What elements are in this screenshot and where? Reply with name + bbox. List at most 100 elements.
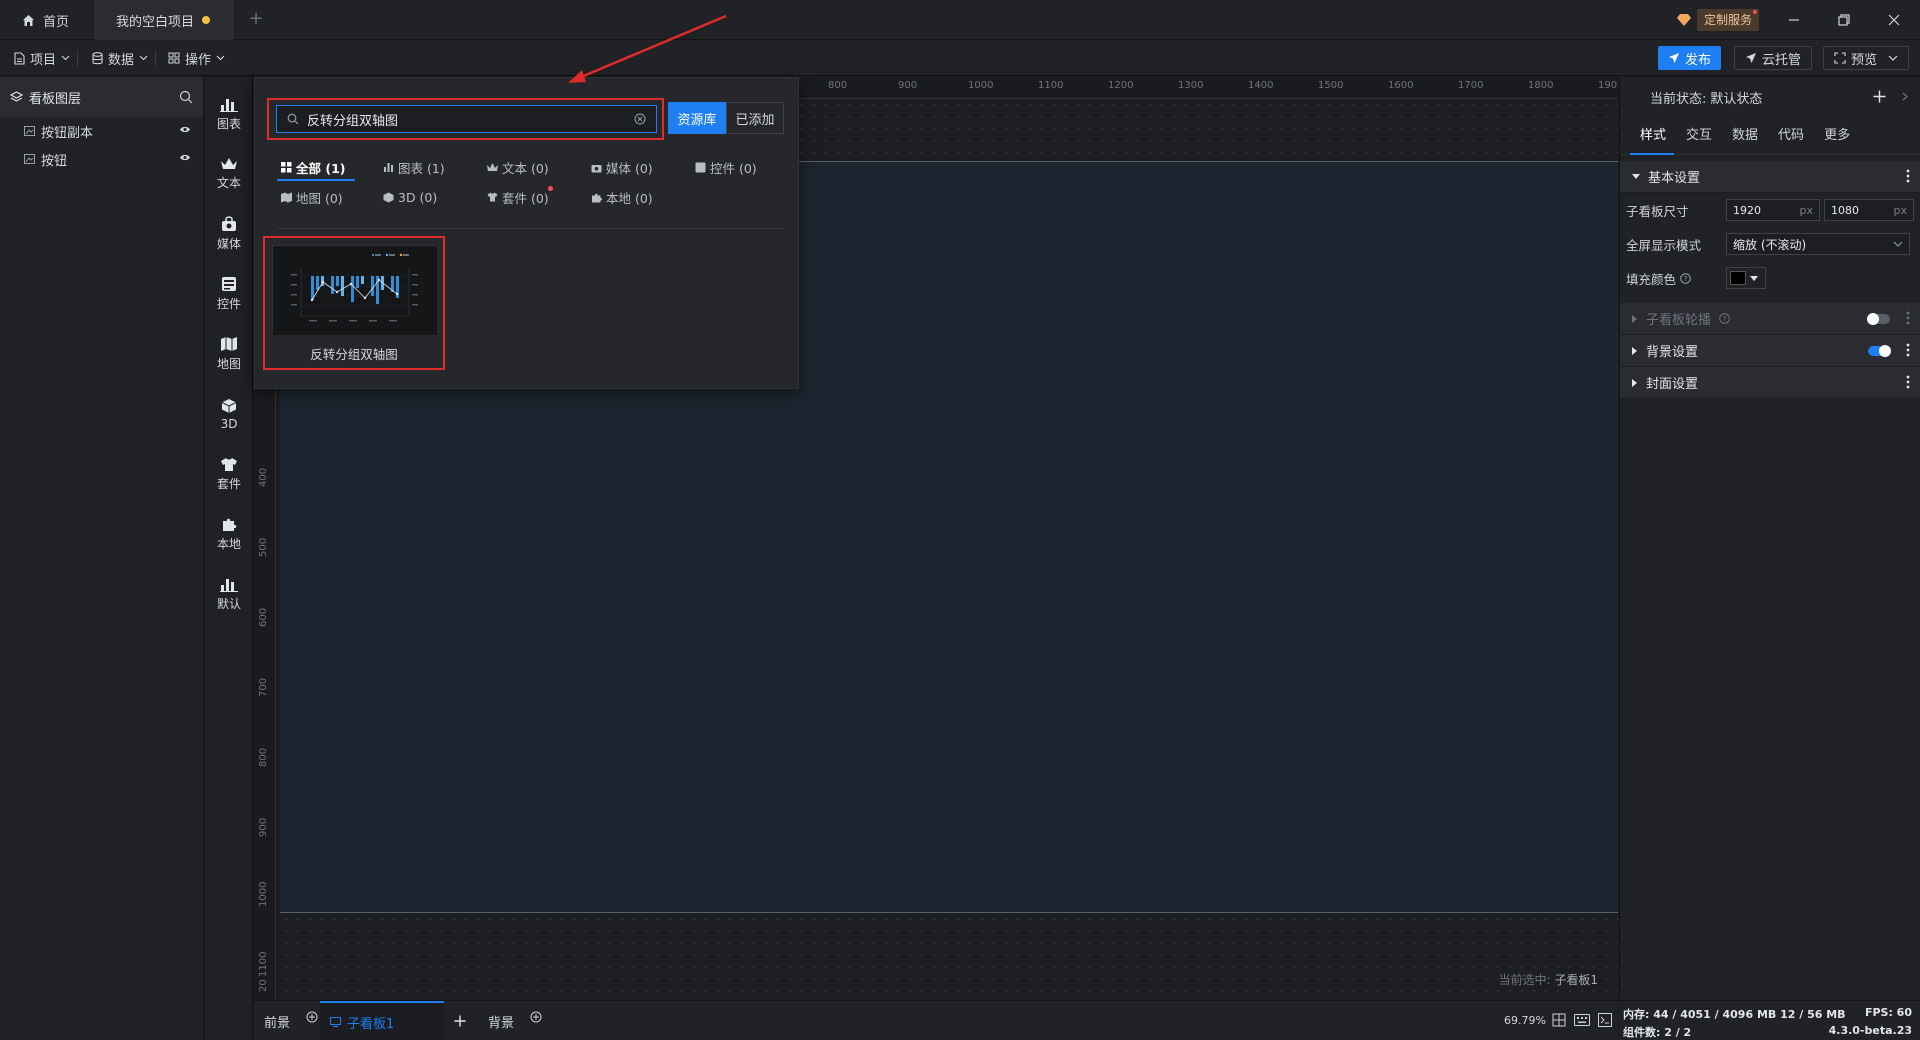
- filter-chart[interactable]: 图表 (1): [383, 158, 445, 176]
- fullscreen-select[interactable]: 缩放 (不滚动): [1726, 233, 1910, 255]
- eye-icon[interactable]: [179, 153, 191, 162]
- document-icon: [14, 51, 25, 65]
- result-card-label[interactable]: 反转分组双轴图: [263, 344, 445, 363]
- add-circle-icon[interactable]: [530, 1011, 542, 1023]
- terminal-icon[interactable]: [1598, 1013, 1612, 1027]
- keyboard-icon[interactable]: [1574, 1014, 1590, 1026]
- category-media[interactable]: 媒体: [205, 209, 253, 259]
- section-background-settings[interactable]: 背景设置: [1620, 335, 1920, 367]
- carousel-toggle[interactable]: [1867, 313, 1890, 325]
- filter-media[interactable]: 媒体 (0): [591, 158, 653, 176]
- section-cover-settings[interactable]: 封面设置: [1620, 367, 1920, 399]
- board-height-input[interactable]: 1080 px: [1824, 199, 1914, 221]
- filter-kit[interactable]: 套件 (0): [487, 186, 553, 206]
- category-chart[interactable]: 图表: [205, 89, 253, 139]
- category-label: 3D: [220, 416, 238, 431]
- add-board-icon[interactable]: [454, 1001, 466, 1040]
- category-label: 文本: [216, 176, 241, 190]
- tab-code[interactable]: 代码: [1768, 117, 1814, 155]
- filter-text[interactable]: 文本 (0): [487, 158, 549, 176]
- chevron-down-icon: [61, 55, 70, 61]
- background-tab[interactable]: 背景: [488, 1001, 542, 1040]
- layer-panel-title: 看板图层: [29, 91, 82, 107]
- search-icon[interactable]: [179, 90, 193, 104]
- fit-screen-icon[interactable]: [1552, 1013, 1566, 1027]
- section-basic-settings[interactable]: 基本设置: [1620, 161, 1920, 193]
- result-card-thumbnail[interactable]: [272, 245, 437, 335]
- clear-icon[interactable]: [634, 113, 646, 125]
- tab-home[interactable]: 首页: [0, 0, 94, 40]
- minimize-icon[interactable]: [1782, 8, 1806, 32]
- board-tab[interactable]: 子看板1: [320, 1001, 444, 1040]
- tab-project-label: 我的空白项目: [116, 14, 195, 30]
- category-3d[interactable]: 3D: [205, 389, 253, 439]
- custom-service[interactable]: 定制服务: [1677, 8, 1760, 32]
- category-controls[interactable]: 控件: [205, 269, 253, 319]
- filter-3d[interactable]: 3D (0): [383, 188, 437, 206]
- background-toggle[interactable]: [1868, 345, 1891, 357]
- category-kit[interactable]: 套件: [205, 449, 253, 499]
- restore-icon[interactable]: [1832, 8, 1856, 32]
- more-vertical-icon[interactable]: [1906, 169, 1910, 183]
- tab-interaction[interactable]: 交互: [1676, 117, 1722, 155]
- help-icon[interactable]: ?: [1719, 313, 1730, 324]
- custom-service-button[interactable]: 定制服务: [1697, 9, 1760, 31]
- memory-status: 内存: 44 / 4051 / 4096 MB 12 / 56 MB: [1623, 1008, 1846, 1021]
- category-map[interactable]: 地图: [205, 329, 253, 379]
- board-width-input[interactable]: 1920 px: [1726, 199, 1820, 221]
- help-icon[interactable]: ?: [1680, 272, 1691, 284]
- add-circle-icon[interactable]: [306, 1011, 318, 1023]
- tab-project[interactable]: 我的空白项目: [94, 0, 234, 40]
- publish-button[interactable]: 发布: [1658, 46, 1722, 70]
- title-bar: 首页 我的空白项目 + 定制服务: [0, 0, 1920, 40]
- search-input[interactable]: 反转分组双轴图: [276, 105, 657, 133]
- category-local[interactable]: 本地: [205, 509, 253, 559]
- section-title: 子看板轮播: [1646, 313, 1712, 328]
- caret-right-icon: [1632, 378, 1637, 387]
- board-height-value: 1080: [1831, 203, 1859, 217]
- filter-controls[interactable]: 控件 (0): [695, 158, 757, 176]
- menu-project[interactable]: 项目: [14, 48, 79, 68]
- library-button[interactable]: 资源库: [668, 102, 726, 134]
- filter-all[interactable]: 全部 (1): [281, 158, 345, 176]
- layer-panel-header: 看板图层: [0, 77, 203, 117]
- preview-button[interactable]: 预览: [1823, 46, 1910, 70]
- row-board-size: 子看板尺寸 1920 px 1080 px: [1620, 193, 1920, 227]
- eye-icon[interactable]: [179, 125, 191, 134]
- search-icon: [287, 113, 299, 125]
- layers-icon: [10, 91, 23, 102]
- more-vertical-icon[interactable]: [1906, 311, 1910, 325]
- filter-local[interactable]: 本地 (0): [591, 188, 653, 206]
- board-width-value: 1920: [1733, 203, 1761, 217]
- chevron-right-icon[interactable]: [1902, 92, 1908, 101]
- tab-style[interactable]: 样式: [1630, 117, 1676, 155]
- monitor-icon: [330, 1017, 341, 1027]
- cloud-host-button[interactable]: 云托管: [1734, 46, 1813, 70]
- bar-chart-icon: [220, 99, 238, 112]
- layer-item[interactable]: 按钮: [0, 145, 203, 173]
- add-state-icon[interactable]: [1873, 90, 1886, 103]
- more-vertical-icon[interactable]: [1906, 375, 1910, 389]
- state-value: 默认状态: [1710, 91, 1763, 107]
- menu-operations[interactable]: 操作: [168, 48, 225, 68]
- foreground-tab[interactable]: 前景: [264, 1001, 318, 1040]
- ruler-tick-label: 600: [258, 607, 269, 627]
- section-board-carousel[interactable]: 子看板轮播 ?: [1620, 303, 1920, 335]
- ruler-tick-label: 1800: [1528, 80, 1554, 91]
- zoom-level[interactable]: 69.79%: [1504, 1014, 1546, 1027]
- tab-more[interactable]: 更多: [1814, 117, 1860, 155]
- tab-data[interactable]: 数据: [1722, 117, 1768, 155]
- fill-color-picker[interactable]: [1726, 267, 1766, 289]
- filter-map[interactable]: 地图 (0): [281, 188, 343, 206]
- category-text[interactable]: 文本: [205, 149, 253, 199]
- more-vertical-icon[interactable]: [1906, 343, 1910, 357]
- menu-data[interactable]: 数据: [92, 48, 157, 68]
- add-tab-icon[interactable]: +: [246, 9, 266, 29]
- added-button[interactable]: 已添加: [726, 102, 784, 134]
- filter-label: 控件 (0): [710, 160, 757, 176]
- layer-item[interactable]: 按钮副本: [0, 117, 203, 145]
- category-default[interactable]: 默认: [205, 569, 253, 619]
- component-count: 组件数: 2 / 2: [1623, 1026, 1692, 1039]
- close-window-icon[interactable]: [1882, 8, 1906, 32]
- ruler-tick-label: 1600: [1388, 80, 1414, 91]
